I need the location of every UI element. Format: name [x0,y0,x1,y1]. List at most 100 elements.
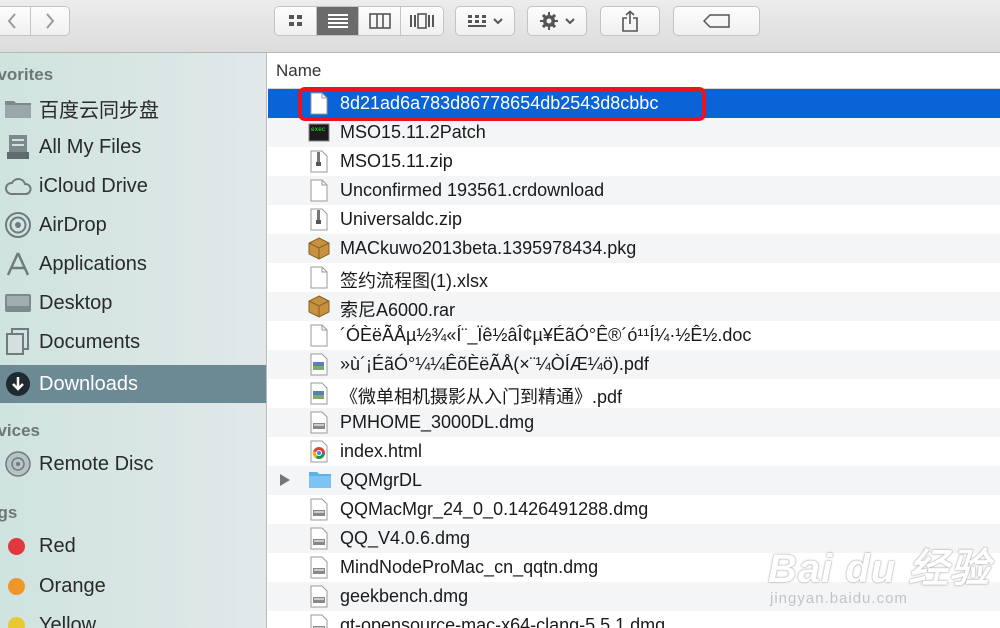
file-name: MACkuwo2013beta.1395978434.pkg [340,238,637,258]
disc-icon [2,448,34,480]
file-name: PMHOME_3000DL.dmg [340,412,535,432]
columns-icon [368,13,391,29]
dmg-icon [308,556,330,579]
file-row[interactable]: 签约流程图(1).xlsx [268,263,1000,292]
file-row[interactable]: Universaldc.zip [268,205,1000,234]
action-menu-button[interactable] [527,6,587,36]
sidebar-item-label: All My Files [39,135,142,158]
blank-doc-icon [308,266,330,289]
tags-button[interactable] [673,6,760,36]
share-icon [622,10,638,32]
red-highlight-annotation [298,87,706,121]
file-row[interactable]: 索尼A6000.rar [268,292,1000,321]
sidebar-item-airdrop[interactable]: AirDrop [0,206,266,244]
file-row[interactable]: »ù´¡ÉãÓ°¼¼ÊõÈëÃÅ(×¨¼ÒÍÆ¼ö).pdf [268,350,1000,379]
file-name: 签约流程图(1).xlsx [340,271,488,291]
chevron-down-icon [564,18,575,25]
dmg-icon [308,411,330,434]
zip-icon [308,208,330,231]
file-name: ´ÓÈëÃÅµ½¾«Í¨_Ïê½âÎ¢µ¥ÉãÓ°Ê®´ó¹¹Í¼·½Ê½.do… [340,325,752,345]
file-name: Unconfirmed 193561.crdownload [340,180,605,200]
blank-doc-icon [308,179,330,202]
file-row[interactable]: MACkuwo2013beta.1395978434.pkg [268,234,1000,263]
red-tag-dot [8,537,25,555]
file-row[interactable]: Unconfirmed 193561.crdownload [268,176,1000,205]
arrange-icon [467,15,486,27]
sidebar-item-all-my-files[interactable]: All My Files [0,128,266,166]
downloads-icon [2,368,34,400]
file-name: MindNodeProMac_cn_qqtn.dmg [340,557,599,577]
name-column-header[interactable]: Name [268,53,1000,89]
sidebar-item-downloads[interactable]: Downloads [0,365,266,403]
zip-icon [308,150,330,173]
cloud-icon [2,170,34,202]
sidebar-item-remote-disc[interactable]: Remote Disc [0,445,266,483]
cover-flow-button[interactable] [401,7,443,35]
sidebar-item-icloud-drive[interactable]: iCloud Drive [0,167,266,205]
sidebar-item-label: Desktop [39,291,113,314]
sidebar-item-label: Applications [39,252,147,275]
file-name: QQMacMgr_24_0_0.1426491288.dmg [340,499,649,519]
file-row[interactable]: ´ÓÈëÃÅµ½¾«Í¨_Ïê½âÎ¢µ¥ÉãÓ°Ê®´ó¹¹Í¼·½Ê½.do… [268,321,1000,350]
pdf-icon [308,353,330,376]
file-row[interactable]: qt-opensource-mac-x64-clang-5.5.1.dmg [268,611,1000,628]
file-row[interactable]: MSO15.11.zip [268,147,1000,176]
file-name: 《微单相机摄影从入门到精通》.pdf [340,387,623,407]
arrange-menu-button[interactable] [455,6,515,36]
chevron-right-icon [46,13,55,29]
documents-icon [2,326,34,358]
all-files-icon [2,131,34,163]
sidebar-tag-yellow[interactable]: Yellow [0,606,266,628]
file-row[interactable]: QQMacMgr_24_0_0.1426491288.dmg [268,495,1000,524]
gear-icon [539,12,558,30]
column-view-button[interactable] [359,7,401,35]
sidebar-item-label: Documents [39,330,141,353]
sidebar-tag-red[interactable]: Red [0,527,266,565]
watermark-logo-text: Bai du 经验 [768,547,991,591]
file-row[interactable]: PMHOME_3000DL.dmg [268,408,1000,437]
devices-header: evices [0,421,40,440]
file-row[interactable]: exec MSO15.11.2Patch [268,118,1000,147]
list-view-button[interactable] [317,7,359,35]
sidebar-item-applications[interactable]: Applications [0,245,266,283]
sidebar-item-documents[interactable]: Documents [0,323,266,361]
sidebar-item-label: AirDrop [39,213,107,236]
pdf-icon [308,382,330,405]
file-name: index.html [340,441,423,461]
sidebar-item-desktop[interactable]: Desktop [0,284,266,322]
file-name: 索尼A6000.rar [340,300,456,320]
disclosure-triangle-icon[interactable] [280,474,290,486]
forward-button[interactable] [31,7,69,35]
applications-icon [2,248,34,280]
file-name: QQ_V4.0.6.dmg [340,528,471,548]
sidebar-item-label: Red [39,534,76,557]
toolbar [0,0,1000,53]
dmg-icon [308,585,330,608]
navigation-buttons [0,6,70,36]
baidu-watermark: Bai du 经验 jingyan.baidu.com [768,536,990,607]
list-icon [327,14,348,28]
chrome-html-icon [308,440,330,463]
icon-view-button[interactable] [275,7,317,35]
folder-icon [308,469,331,492]
back-button[interactable] [0,7,31,35]
cover-flow-icon [410,13,434,29]
favorites-header: avorites [0,65,54,84]
folder-icon [2,92,34,124]
tag-icon [702,14,730,28]
sidebar-tag-orange[interactable]: Orange [0,567,266,605]
file-name: Universaldc.zip [340,209,463,229]
package-icon [308,295,330,318]
column-header-label: Name [276,60,322,80]
terminal-icon: exec [308,121,330,144]
airdrop-icon [2,209,34,241]
chevron-down-icon [492,18,503,25]
file-row[interactable]: QQMgrDL [268,466,1000,495]
file-row[interactable]: 《微单相机摄影从入门到精通》.pdf [268,379,1000,408]
file-row[interactable]: index.html [268,437,1000,466]
sidebar-item-baidu-sync[interactable]: 百度云同步盘 [0,89,266,127]
share-button[interactable] [600,6,660,36]
grid-icon [288,15,302,26]
sidebar-item-label: iCloud Drive [39,174,148,197]
package-icon [308,237,330,260]
